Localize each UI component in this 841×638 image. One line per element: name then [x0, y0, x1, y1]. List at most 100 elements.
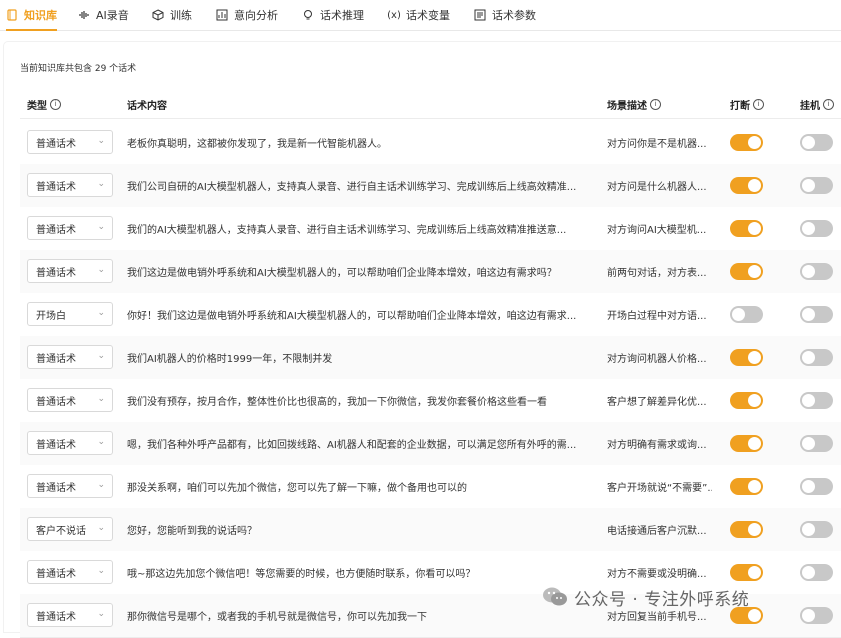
chevron-down-icon: ⌄	[97, 351, 105, 361]
info-icon[interactable]: i	[50, 98, 61, 110]
scene-description: 客户开场就说“不需要”...	[607, 483, 712, 494]
toggle-knob	[748, 523, 761, 536]
type-select-value: 普通话术	[36, 181, 76, 193]
chevron-down-icon: ⌄	[97, 523, 105, 533]
tab-label: 话术参数	[492, 9, 536, 22]
interrupt-toggle[interactable]	[730, 306, 763, 323]
type-select[interactable]: 普通话术 ⌄	[27, 603, 113, 627]
chevron-down-icon: ⌄	[97, 394, 105, 404]
scene-description: 对方询问机器人价格...	[607, 354, 707, 365]
table-row: 普通话术 ⌄ 老板你真聪明，这都被你发现了，我是新一代智能机器人。 对方问你是不是机器…	[20, 121, 841, 165]
type-select-value: 普通话术	[36, 224, 76, 236]
header-hangup-label: 挂机	[800, 100, 820, 112]
interrupt-toggle[interactable]	[730, 263, 763, 280]
hangup-toggle[interactable]	[800, 521, 833, 538]
toggle-knob	[802, 480, 815, 493]
hangup-toggle[interactable]	[800, 564, 833, 581]
tab-intent-analysis[interactable]: 意向分析	[216, 0, 278, 30]
toggle-knob	[748, 437, 761, 450]
toggle-knob	[748, 179, 761, 192]
waveform-icon	[78, 9, 90, 21]
tab-training[interactable]: 训练	[152, 0, 192, 30]
script-content: 我们的AI大模型机器人，支持真人录音、进行自主话术训练学习、完成训练后上线高效精…	[127, 225, 567, 236]
type-select[interactable]: 客户不说话 ⌄	[27, 517, 113, 541]
interrupt-toggle[interactable]	[730, 177, 763, 194]
script-content: 我们没有预存，按月合作，整体性价比也很高的，我加一下你微信，我发你套餐价格这些看…	[127, 397, 547, 408]
hangup-toggle[interactable]	[800, 349, 833, 366]
type-select-value: 普通话术	[36, 439, 76, 451]
interrupt-toggle[interactable]	[730, 435, 763, 452]
hangup-toggle[interactable]	[800, 435, 833, 452]
hangup-toggle[interactable]	[800, 306, 833, 323]
info-icon[interactable]: i	[650, 98, 661, 110]
interrupt-toggle[interactable]	[730, 564, 763, 581]
hangup-toggle[interactable]	[800, 478, 833, 495]
toggle-knob	[802, 609, 815, 622]
hangup-toggle[interactable]	[800, 134, 833, 151]
type-select-value: 普通话术	[36, 611, 76, 623]
interrupt-toggle[interactable]	[730, 521, 763, 538]
toggle-knob	[748, 394, 761, 407]
type-select[interactable]: 普通话术 ⌄	[27, 173, 113, 197]
tab-knowledge-base[interactable]: 知识库	[6, 0, 57, 31]
info-icon[interactable]: i	[753, 98, 764, 110]
interrupt-toggle[interactable]	[730, 392, 763, 409]
type-select[interactable]: 普通话术 ⌄	[27, 216, 113, 240]
tab-label: 意向分析	[234, 9, 278, 22]
type-select[interactable]: 普通话术 ⌄	[27, 259, 113, 283]
hangup-toggle[interactable]	[800, 607, 833, 624]
scene-description: 电话接通后客户沉默...	[607, 526, 707, 537]
hangup-toggle[interactable]	[800, 392, 833, 409]
interrupt-toggle[interactable]	[730, 478, 763, 495]
toggle-knob	[802, 179, 815, 192]
type-select-value: 普通话术	[36, 568, 76, 580]
chevron-down-icon: ⌄	[97, 179, 105, 189]
header-content-label: 话术内容	[127, 100, 167, 112]
toggle-knob	[748, 566, 761, 579]
toggle-knob	[748, 265, 761, 278]
watermark-text: 公众号 · 专注外呼系统	[574, 589, 750, 610]
toggle-knob	[802, 523, 815, 536]
toggle-knob	[802, 437, 815, 450]
tab-script-reasoning[interactable]: 话术推理	[302, 0, 364, 30]
tab-label: 话术推理	[320, 9, 364, 22]
script-content: 我们AI机器人的价格时1999一年，不限制并发	[127, 354, 333, 365]
info-icon[interactable]: i	[823, 98, 834, 110]
chevron-down-icon: ⌄	[97, 609, 105, 619]
header-divider	[20, 118, 841, 119]
interrupt-toggle[interactable]	[730, 134, 763, 151]
cube-icon	[152, 9, 164, 21]
header-type-label: 类型	[27, 100, 47, 112]
type-select-value: 普通话术	[36, 267, 76, 279]
type-select[interactable]: 普通话术 ⌄	[27, 431, 113, 455]
header-interrupt-label: 打断	[730, 100, 750, 112]
header-content: 话术内容	[127, 90, 167, 118]
wechat-icon	[542, 586, 568, 608]
hangup-toggle[interactable]	[800, 220, 833, 237]
script-content: 您好，您能听到我的说话吗？	[127, 526, 257, 537]
tab-ai-recording[interactable]: AI录音	[78, 0, 129, 30]
scene-description: 对方问是什么机器人...	[607, 182, 707, 193]
interrupt-toggle[interactable]	[730, 220, 763, 237]
type-select[interactable]: 普通话术 ⌄	[27, 474, 113, 498]
type-select-value: 普通话术	[36, 138, 76, 150]
interrupt-toggle[interactable]	[730, 349, 763, 366]
table-row: 普通话术 ⌄ 我们的AI大模型机器人，支持真人录音、进行自主话术训练学习、完成训练后…	[20, 207, 841, 251]
type-select[interactable]: 开场白 ⌄	[27, 302, 113, 326]
tab-script-variables[interactable]: (x) 话术变量	[387, 0, 450, 30]
toggle-knob	[748, 222, 761, 235]
hangup-toggle[interactable]	[800, 177, 833, 194]
hangup-toggle[interactable]	[800, 263, 833, 280]
script-content: 嗯，我们各种外呼产品都有，比如回拨线路、AI机器人和配套的企业数据，可以满足您所…	[127, 440, 577, 451]
tab-script-params[interactable]: 话术参数	[474, 0, 536, 30]
watermark: 公众号 · 专注外呼系统	[542, 584, 749, 610]
chart-icon	[216, 9, 228, 21]
type-select[interactable]: 普通话术 ⌄	[27, 560, 113, 584]
header-hangup: 挂机 i	[800, 90, 834, 118]
type-select[interactable]: 普通话术 ⌄	[27, 345, 113, 369]
script-content: 你好！我们这边是做电销外呼系统和AI大模型机器人的，可以帮助咱们企业降本增效，咱…	[127, 311, 577, 322]
toggle-knob	[802, 566, 815, 579]
type-select[interactable]: 普通话术 ⌄	[27, 388, 113, 412]
toggle-knob	[802, 136, 815, 149]
type-select[interactable]: 普通话术 ⌄	[27, 130, 113, 154]
